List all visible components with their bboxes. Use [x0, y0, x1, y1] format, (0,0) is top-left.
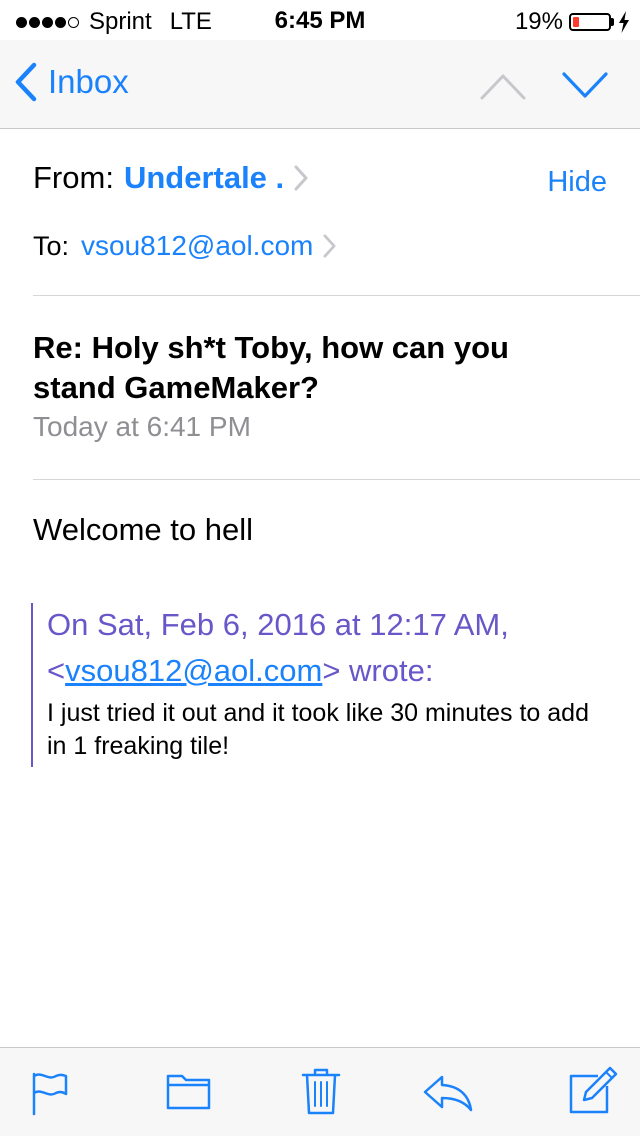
quote-text: I just tried it out and it took like 30 … [47, 699, 589, 760]
recipient-address[interactable]: vsou812@aol.com [81, 230, 313, 262]
folder-icon[interactable] [165, 1070, 213, 1112]
battery-percent: 19% [514, 8, 563, 35]
charging-bolt-icon [619, 11, 629, 33]
status-right: 19% [515, 8, 630, 36]
battery-icon [569, 13, 611, 31]
from-row: From: Undertale . [33, 160, 613, 196]
sender-name[interactable]: Undertale . [124, 160, 284, 196]
quote-wrote: > wrote: [322, 653, 434, 688]
quote-open-bracket: < [47, 653, 66, 688]
battery-cap [611, 18, 614, 26]
message-date: Today at 6:41 PM [33, 411, 251, 442]
status-bar: Sprint LTE 6:45 PM 19% [0, 0, 640, 40]
to-row: To: vsou812@aol.com [33, 230, 613, 262]
flag-icon[interactable] [30, 1070, 70, 1116]
quote-email-link[interactable]: vsou812@aol.com [65, 653, 322, 688]
bottom-toolbar [0, 1047, 640, 1136]
divider [33, 295, 640, 296]
reply-icon[interactable] [422, 1074, 474, 1112]
hide-details-button[interactable]: Hide [547, 166, 607, 199]
compose-icon[interactable] [568, 1066, 618, 1116]
message-body: Welcome to hell [33, 512, 253, 547]
divider [33, 479, 640, 480]
trash-icon[interactable] [300, 1066, 342, 1116]
message-subject: Re: Holy sh*t Toby, how can you stand Ga… [33, 330, 509, 405]
quoted-message: On Sat, Feb 6, 2016 at 12:17 AM, <vsou81… [31, 603, 611, 767]
message-navigation [446, 66, 610, 106]
chevron-right-icon [323, 234, 336, 258]
battery-level-fill [573, 17, 579, 27]
quote-attribution: On Sat, Feb 6, 2016 at 12:17 AM, [47, 607, 509, 642]
navigation-bar: Inbox [0, 40, 640, 129]
to-label: To: [33, 230, 70, 261]
back-to-inbox-button[interactable]: Inbox [14, 62, 129, 102]
chevron-right-icon [294, 165, 308, 191]
quote-sender-line: <vsou812@aol.com> wrote: [47, 647, 611, 695]
chevron-left-icon [15, 62, 37, 102]
previous-message-button[interactable] [478, 66, 528, 106]
next-message-button[interactable] [560, 66, 610, 106]
back-label: Inbox [48, 63, 129, 100]
from-label: From: [33, 160, 114, 195]
